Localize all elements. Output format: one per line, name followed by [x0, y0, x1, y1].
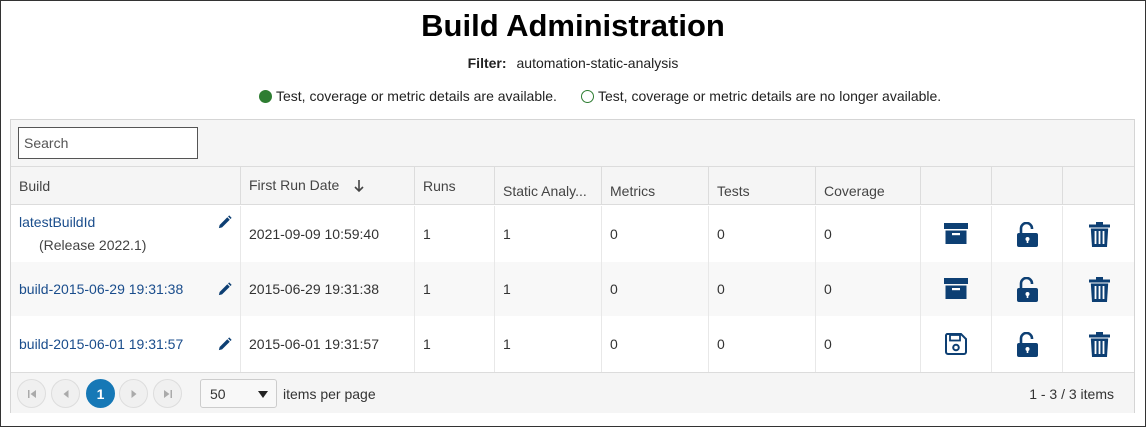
runs-cell: 1 [415, 316, 495, 372]
static-analysis-cell: 1 [495, 316, 602, 372]
column-header-first-run-date[interactable]: First Run Date [241, 167, 415, 205]
grid-header: Build First Run Date Runs Static Analy..… [11, 167, 1134, 205]
page-button-current[interactable]: 1 [86, 379, 115, 408]
legend-available: Test, coverage or metric details are ava… [259, 88, 557, 104]
page-size-select[interactable]: 50 [200, 379, 277, 408]
column-header-archive [921, 167, 992, 205]
build-link[interactable]: latestBuildId [19, 214, 95, 230]
archive-cell [921, 316, 992, 372]
delete-cell [1063, 262, 1136, 316]
metrics-cell: 0 [602, 316, 709, 372]
legend-available-text: Test, coverage or metric details are ava… [276, 88, 557, 104]
arrow-down-icon [354, 180, 364, 193]
coverage-cell: 0 [816, 206, 921, 262]
page-size-value: 50 [210, 385, 226, 402]
pencil-icon[interactable] [217, 281, 232, 297]
build-cell: latestBuildId (Release 2022.1) [11, 206, 241, 262]
lock-cell [992, 262, 1063, 316]
column-header-build[interactable]: Build [11, 167, 241, 205]
column-header-first-run-date-label: First Run Date [249, 177, 340, 193]
runs-cell: 1 [415, 262, 495, 316]
items-count: 1 - 3 / 3 items [1029, 386, 1114, 402]
pencil-icon[interactable] [217, 215, 232, 230]
first-page-icon [27, 389, 36, 398]
metrics-cell: 0 [602, 206, 709, 262]
first-page-button[interactable] [17, 379, 46, 408]
first-run-date-cell: 2021-09-09 10:59:40 [241, 206, 415, 262]
unlock-icon[interactable] [1016, 221, 1038, 247]
grid-toolbar [11, 120, 1134, 167]
search-input[interactable] [18, 127, 198, 159]
first-run-date-cell: 2015-06-01 19:31:57 [241, 316, 415, 372]
archive-icon[interactable] [944, 223, 968, 245]
build-cell: build-2015-06-01 19:31:57 [11, 316, 241, 372]
items-per-page-label: items per page [283, 386, 376, 402]
archive-icon[interactable] [944, 278, 968, 300]
next-page-button[interactable] [119, 379, 148, 408]
column-header-tests[interactable]: Tests [709, 167, 816, 205]
first-run-date-cell: 2015-06-29 19:31:38 [241, 262, 415, 316]
build-link[interactable]: build-2015-06-29 19:31:38 [19, 281, 183, 297]
lock-cell [992, 206, 1063, 262]
prev-page-button[interactable] [51, 379, 80, 408]
chevron-left-icon [63, 389, 68, 398]
archive-cell [921, 206, 992, 262]
delete-cell [1063, 206, 1136, 262]
last-page-button[interactable] [153, 379, 182, 408]
tests-cell: 0 [709, 262, 816, 316]
caret-down-icon [258, 391, 268, 398]
static-analysis-cell: 1 [495, 206, 602, 262]
release-label: (Release 2022.1) [39, 236, 147, 253]
filled-circle-icon [259, 89, 272, 103]
lock-cell [992, 316, 1063, 372]
filter-value: automation-static-analysis [516, 55, 679, 71]
column-header-runs[interactable]: Runs [415, 167, 495, 205]
runs-cell: 1 [415, 206, 495, 262]
coverage-cell: 0 [816, 262, 921, 316]
last-page-icon [163, 389, 172, 398]
metrics-cell: 0 [602, 262, 709, 316]
filter-label: Filter: [467, 55, 507, 71]
trash-icon[interactable] [1089, 331, 1110, 357]
build-cell: build-2015-06-29 19:31:38 [11, 262, 241, 316]
save-icon[interactable] [945, 333, 967, 355]
coverage-cell: 0 [816, 316, 921, 372]
pager: 1 50 items per page 1 - 3 / 3 items [11, 372, 1134, 413]
column-header-metrics[interactable]: Metrics [602, 167, 709, 205]
legend-unavailable: Test, coverage or metric details are no … [581, 88, 941, 104]
column-header-static-analysis[interactable]: Static Analy... [495, 167, 602, 205]
table-row: build-2015-06-29 19:31:38 2015-06-29 19:… [11, 262, 1134, 316]
trash-icon[interactable] [1089, 276, 1110, 302]
tests-cell: 0 [709, 206, 816, 262]
delete-cell [1063, 316, 1136, 372]
trash-icon[interactable] [1089, 221, 1110, 247]
column-header-coverage[interactable]: Coverage [816, 167, 921, 205]
static-analysis-cell: 1 [495, 262, 602, 316]
unlock-icon[interactable] [1016, 276, 1038, 302]
tests-cell: 0 [709, 316, 816, 372]
table-row: build-2015-06-01 19:31:57 2015-06-01 19:… [11, 316, 1134, 372]
legend-unavailable-text: Test, coverage or metric details are no … [598, 88, 942, 104]
empty-circle-icon [581, 89, 594, 103]
chevron-right-icon [131, 389, 136, 398]
build-grid: Build First Run Date Runs Static Analy..… [10, 119, 1135, 413]
archive-cell [921, 262, 992, 316]
unlock-icon[interactable] [1016, 331, 1038, 357]
build-link[interactable]: build-2015-06-01 19:31:57 [19, 336, 183, 352]
page-title: Build Administration [421, 8, 725, 43]
column-header-lock [992, 167, 1063, 205]
pencil-icon[interactable] [217, 336, 232, 352]
table-row: latestBuildId (Release 2022.1) 2021-09-0… [11, 206, 1134, 262]
filter-line: Filter: automation-static-analysis [0, 55, 1146, 71]
column-header-delete [1063, 167, 1136, 205]
